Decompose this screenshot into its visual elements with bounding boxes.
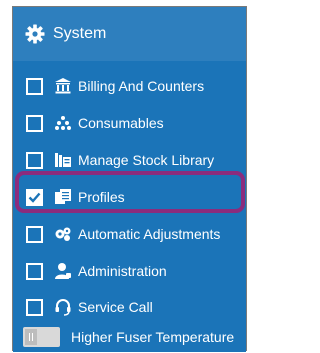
library-icon	[54, 151, 72, 169]
menu-item-label: Manage Stock Library	[78, 152, 215, 168]
menu-item-service-call[interactable]: Service Call	[13, 290, 246, 324]
menu-item-profiles[interactable]: Profiles	[13, 180, 246, 214]
menu-item-manage-stock-library[interactable]: Manage Stock Library	[13, 143, 246, 177]
menu-item-consumables[interactable]: Consumables	[13, 106, 246, 140]
menu-list: Billing And Counters Consumables Manage …	[13, 61, 246, 352]
checkbox[interactable]	[26, 262, 43, 280]
panel-title: System	[53, 25, 107, 42]
checkbox[interactable]	[26, 298, 43, 316]
dots-icon	[54, 114, 72, 132]
checkbox-checked[interactable]	[26, 188, 43, 206]
menu-item-label: Consumables	[78, 115, 164, 131]
user-icon	[54, 262, 72, 280]
toggle-label: Higher Fuser Temperature	[71, 329, 235, 345]
system-panel: System Billing And Counters Consumables	[12, 6, 247, 352]
headset-icon	[54, 298, 72, 316]
menu-item-label: Billing And Counters	[78, 78, 205, 94]
menu-item-administration[interactable]: Administration	[13, 254, 246, 288]
checkbox[interactable]	[26, 114, 43, 132]
menu-item-label: Automatic Adjustments	[78, 226, 221, 242]
menu-item-label: Administration	[78, 263, 167, 279]
menu-item-billing-and-counters[interactable]: Billing And Counters	[13, 69, 246, 103]
higher-fuser-temperature-row: Higher Fuser Temperature	[13, 323, 246, 351]
toggle-switch[interactable]	[23, 327, 60, 347]
checkbox[interactable]	[26, 77, 43, 95]
copy-icon	[54, 188, 72, 206]
toggle-knob[interactable]	[25, 329, 37, 345]
bank-icon	[54, 77, 72, 95]
menu-item-automatic-adjustments[interactable]: Automatic Adjustments	[13, 217, 246, 251]
gear-icon	[25, 24, 45, 44]
adjust-icon	[54, 225, 72, 243]
panel-header: System	[13, 7, 246, 61]
checkbox[interactable]	[26, 151, 43, 169]
menu-item-label: Profiles	[78, 189, 125, 205]
menu-item-label: Service Call	[78, 299, 153, 315]
checkbox[interactable]	[26, 225, 43, 243]
